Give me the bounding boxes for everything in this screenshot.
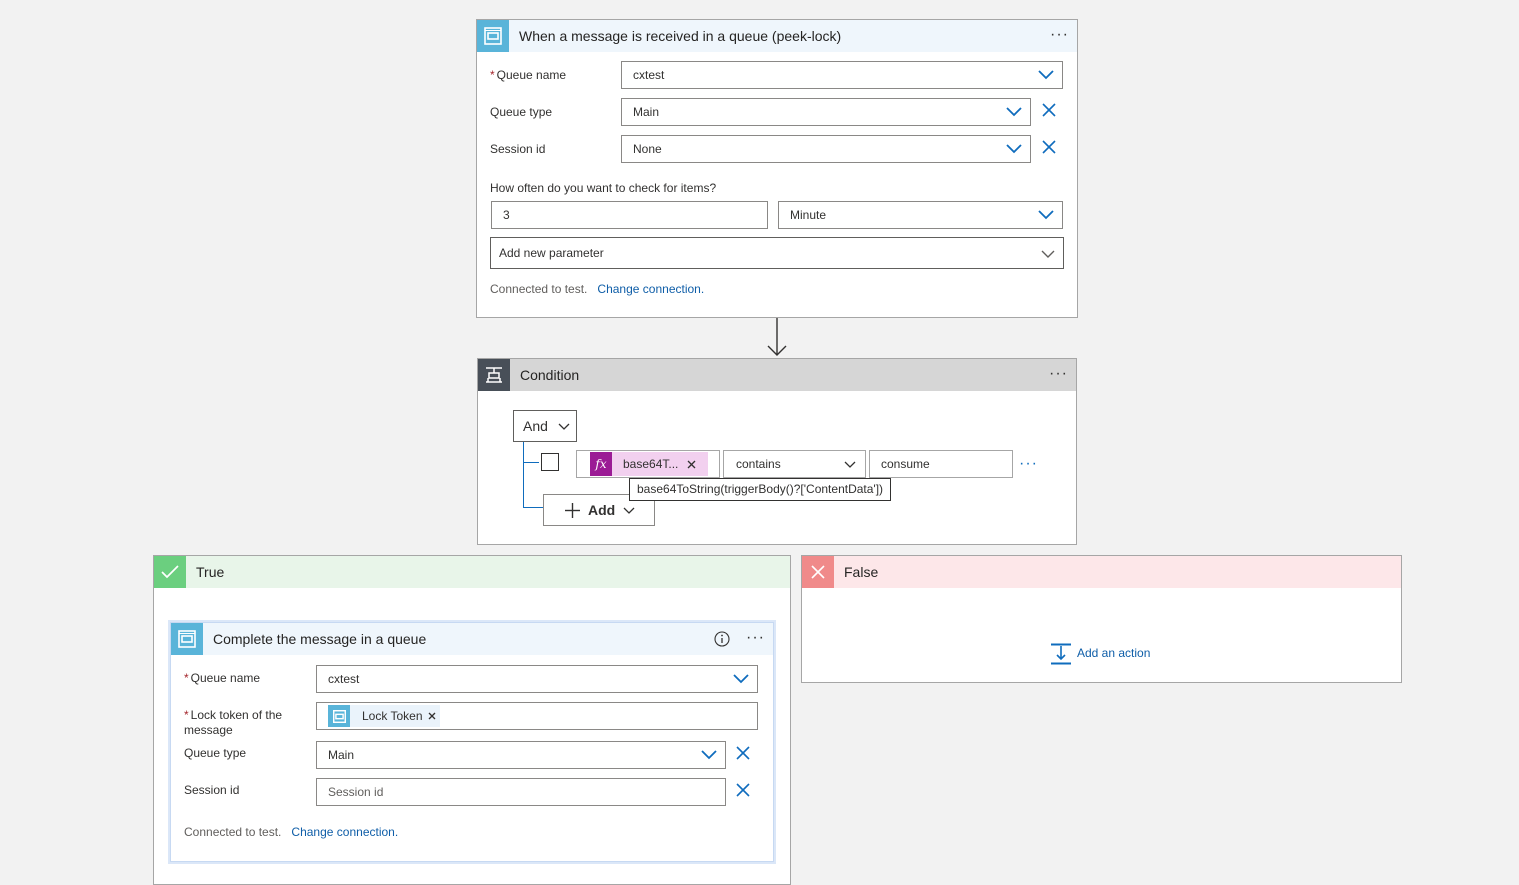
action-queue-name-value: cxtest	[328, 672, 360, 686]
condition-tree-line	[523, 442, 524, 508]
false-branch: False Add an action	[801, 555, 1402, 683]
action-connection-status: Connected to test. Change connection.	[184, 825, 399, 839]
interval-question: How often do you want to check for items…	[490, 181, 717, 195]
condition-operator-dropdown[interactable]: contains	[723, 450, 866, 478]
true-branch-header: True	[154, 556, 790, 588]
remove-token-icon[interactable]	[687, 460, 696, 469]
trigger-card-header[interactable]: When a message is received in a queue (p…	[477, 20, 1077, 52]
queue-name-value: cxtest	[633, 68, 665, 82]
action-queue-type-value: Main	[328, 748, 355, 762]
action-session-id-placeholder: Session id	[328, 785, 384, 799]
lock-token-chip-label: Lock Token	[362, 709, 423, 723]
lock-token-input[interactable]: Lock Token	[316, 702, 758, 730]
expression-token-label: base64T...	[623, 457, 679, 471]
expression-tooltip: base64ToString(triggerBody()?['ContentDa…	[629, 478, 892, 501]
condition-icon	[478, 359, 510, 391]
close-icon	[802, 556, 834, 588]
queue-type-label: Queue type	[490, 105, 553, 119]
chevron-down-icon	[623, 507, 635, 514]
action-queue-type-dropdown[interactable]: Main	[316, 741, 726, 769]
interval-input[interactable]: 3	[491, 201, 768, 229]
clear-queue-type-icon[interactable]	[735, 745, 751, 761]
condition-title: Condition	[520, 367, 580, 383]
true-branch-title: True	[196, 564, 225, 580]
condition-card-header[interactable]: Condition ···	[478, 359, 1076, 391]
row-select-checkbox[interactable]	[541, 453, 559, 471]
condition-card: Condition ··· And fx base64T... contains…	[477, 358, 1077, 545]
add-parameter-label: Add new parameter	[499, 246, 604, 260]
queue-name-dropdown[interactable]: cxtest	[621, 61, 1063, 89]
false-branch-header: False	[802, 556, 1401, 588]
expression-token[interactable]: fx base64T...	[590, 452, 708, 476]
add-condition-label: Add	[588, 502, 616, 518]
complete-message-title: Complete the message in a queue	[213, 631, 427, 647]
session-id-dropdown[interactable]: None	[621, 135, 1031, 163]
chevron-down-icon	[558, 423, 570, 430]
condition-row-more-button[interactable]: ···	[1019, 449, 1038, 479]
remove-token-icon[interactable]	[428, 712, 436, 720]
chevron-down-icon	[1038, 70, 1054, 80]
trigger-title: When a message is received in a queue (p…	[519, 28, 842, 44]
service-bus-icon	[328, 705, 350, 727]
condition-more-button[interactable]: ···	[1049, 359, 1068, 389]
chevron-down-icon	[1041, 250, 1055, 258]
flow-arrow-icon	[767, 318, 787, 356]
complete-message-header[interactable]: Complete the message in a queue ···	[171, 623, 773, 655]
lock-token-label: * Lock token of the message	[184, 708, 283, 737]
chevron-down-icon	[1038, 210, 1054, 220]
add-action-label: Add an action	[1077, 646, 1151, 660]
action-change-connection-link[interactable]: Change connection.	[291, 825, 398, 839]
lock-token-chip[interactable]: Lock Token	[328, 705, 440, 727]
group-operator-value: And	[523, 418, 548, 434]
trigger-card: When a message is received in a queue (p…	[476, 19, 1078, 318]
queue-type-value: Main	[633, 105, 660, 119]
action-queue-name-label: * Queue name	[184, 671, 261, 685]
clear-session-id-icon[interactable]	[1041, 139, 1057, 155]
frequency-dropdown[interactable]: Minute	[778, 201, 1063, 229]
service-bus-icon	[477, 20, 509, 52]
chevron-down-icon	[1006, 107, 1022, 117]
complete-message-more-button[interactable]: ···	[746, 623, 765, 653]
chevron-down-icon	[844, 461, 856, 468]
action-session-id-label: Session id	[184, 783, 240, 797]
action-session-id-input[interactable]: Session id	[316, 778, 726, 806]
chevron-down-icon	[733, 674, 749, 684]
trigger-connection-status: Connected to test. Change connection.	[490, 282, 705, 296]
group-operator-dropdown[interactable]: And	[513, 410, 577, 442]
trigger-more-button[interactable]: ···	[1050, 20, 1069, 50]
action-queue-type-label: Queue type	[184, 746, 247, 760]
condition-compare-value: consume	[881, 457, 930, 471]
add-parameter-dropdown[interactable]: Add new parameter	[490, 237, 1064, 269]
queue-type-dropdown[interactable]: Main	[621, 98, 1031, 126]
interval-value: 3	[503, 208, 510, 222]
add-action-icon	[1051, 643, 1071, 665]
expression-tooltip-text: base64ToString(triggerBody()?['ContentDa…	[637, 482, 884, 496]
checkmark-icon	[154, 556, 186, 588]
trigger-change-connection-link[interactable]: Change connection.	[597, 282, 704, 296]
function-icon: fx	[590, 452, 612, 476]
condition-compare-input[interactable]: consume	[869, 450, 1013, 478]
info-icon[interactable]	[714, 631, 730, 647]
plus-icon	[565, 503, 580, 518]
condition-left-operand[interactable]: fx base64T...	[576, 450, 720, 478]
session-id-label: Session id	[490, 142, 546, 156]
condition-tree-branch	[523, 507, 543, 508]
action-queue-name-dropdown[interactable]: cxtest	[316, 665, 758, 693]
false-branch-title: False	[844, 564, 879, 580]
session-id-value: None	[633, 142, 662, 156]
complete-message-card: Complete the message in a queue ··· * Que…	[170, 622, 774, 862]
clear-queue-type-icon[interactable]	[1041, 102, 1057, 118]
chevron-down-icon	[1006, 144, 1022, 154]
condition-operator-value: contains	[736, 457, 781, 471]
frequency-value: Minute	[790, 208, 827, 222]
service-bus-icon	[171, 623, 203, 655]
condition-tree-branch	[523, 462, 539, 463]
clear-session-id-icon[interactable]	[735, 782, 751, 798]
chevron-down-icon	[701, 750, 717, 760]
queue-name-label: * Queue name	[490, 68, 567, 82]
